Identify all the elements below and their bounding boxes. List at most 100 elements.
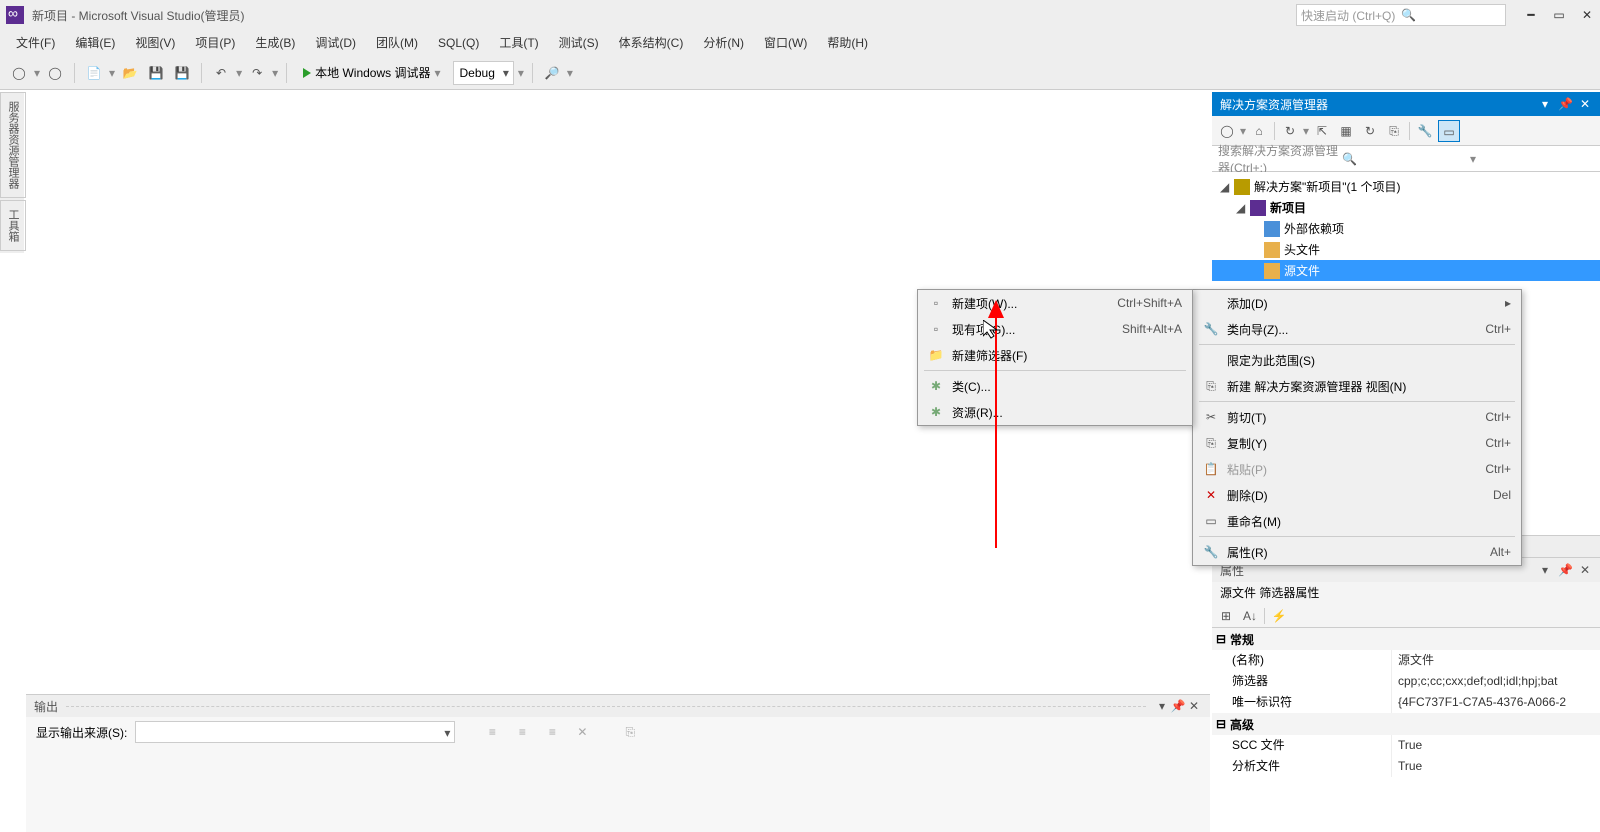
delete-icon: ✕	[1199, 488, 1223, 502]
se-pin-button[interactable]: 📌	[1558, 97, 1572, 111]
tree-ext-deps[interactable]: 外部依赖项	[1212, 218, 1600, 239]
ctx-resource[interactable]: ✱资源(R)...	[918, 399, 1192, 425]
menu-bar: 文件(F) 编辑(E) 视图(V) 项目(P) 生成(B) 调试(D) 团队(M…	[0, 30, 1600, 56]
se-tb-showall[interactable]: ▦	[1335, 120, 1357, 142]
output-btn-2[interactable]: ≡	[511, 721, 533, 743]
menu-sql[interactable]: SQL(Q)	[428, 30, 489, 56]
save-all-button[interactable]: 💾	[171, 62, 193, 84]
new-project-button[interactable]: 📄	[83, 62, 105, 84]
start-debug-button[interactable]: 本地 Windows 调试器 ▾	[295, 60, 448, 86]
menu-arch[interactable]: 体系结构(C)	[609, 30, 694, 56]
se-tb-preview[interactable]: ▭	[1438, 120, 1460, 142]
se-tb-props[interactable]: 🔧	[1414, 120, 1436, 142]
references-icon	[1264, 221, 1280, 237]
output-btn-5[interactable]: ⎘	[619, 721, 641, 743]
se-tb-home[interactable]: ⌂	[1248, 120, 1270, 142]
se-tb-back[interactable]: ◯	[1216, 120, 1238, 142]
prop-cat-advanced[interactable]: ⊟高级	[1212, 713, 1600, 735]
props-icon: 🔧	[1199, 545, 1223, 559]
se-tb-sync[interactable]: ↻	[1279, 120, 1301, 142]
ctx-new-filter[interactable]: 📁新建筛选器(F)	[918, 342, 1192, 368]
output-btn-4[interactable]: ✕	[571, 721, 593, 743]
ctx-delete[interactable]: ✕删除(D)Del	[1193, 482, 1521, 508]
output-source-dropdown[interactable]	[135, 721, 455, 743]
ctx-scope[interactable]: 限定为此范围(S)	[1193, 347, 1521, 373]
solution-explorer-title: 解决方案资源管理器	[1220, 96, 1328, 113]
undo-button[interactable]: ↶	[210, 62, 232, 84]
save-button[interactable]: 💾	[145, 62, 167, 84]
ctx-new-item[interactable]: ▫新建项(W)...Ctrl+Shift+A	[918, 290, 1192, 316]
prop-cat-general[interactable]: ⊟常规	[1212, 628, 1600, 650]
ctx-rename[interactable]: ▭重命名(M)	[1193, 508, 1521, 534]
maximize-button[interactable]: ▭	[1552, 8, 1566, 22]
output-btn-3[interactable]: ≡	[541, 721, 563, 743]
prop-pin-button[interactable]: 📌	[1558, 563, 1572, 577]
ctx-cut[interactable]: ✂剪切(T)Ctrl+	[1193, 404, 1521, 430]
prop-dropdown-button[interactable]: ▾	[1538, 563, 1552, 577]
menu-view[interactable]: 视图(V)	[125, 30, 185, 56]
prop-close-button[interactable]: ✕	[1578, 563, 1592, 577]
prop-ev-button[interactable]: ⚡	[1269, 606, 1289, 626]
ctx-copy[interactable]: ⎘复制(Y)Ctrl+	[1193, 430, 1521, 456]
dock-tab-server-explorer[interactable]: 服务器资源管理器	[0, 92, 26, 198]
tree-solution[interactable]: ◢ 解决方案"新项目"(1 个项目)	[1212, 176, 1600, 197]
se-close-button[interactable]: ✕	[1578, 97, 1592, 111]
play-icon	[303, 68, 311, 78]
nav-back-button[interactable]: ◯	[8, 62, 30, 84]
menu-tools[interactable]: 工具(T)	[489, 30, 548, 56]
menu-help[interactable]: 帮助(H)	[817, 30, 878, 56]
tree-source-files[interactable]: 源文件	[1212, 260, 1600, 281]
ctx-class[interactable]: ✱类(C)...	[918, 373, 1192, 399]
menu-edit[interactable]: 编辑(E)	[65, 30, 125, 56]
close-button[interactable]: ✕	[1580, 8, 1594, 22]
properties-toolbar: ⊞ A↓ ⚡	[1212, 604, 1600, 628]
vs-logo-icon	[6, 6, 24, 24]
redo-button[interactable]: ↷	[246, 62, 268, 84]
existing-item-icon: ▫	[924, 322, 948, 336]
folder-icon	[1264, 242, 1280, 258]
se-tb-collapse[interactable]: ⇱	[1311, 120, 1333, 142]
se-tb-copy[interactable]: ⎘	[1383, 120, 1405, 142]
menu-window[interactable]: 窗口(W)	[754, 30, 817, 56]
find-button[interactable]: 🔎	[541, 62, 563, 84]
ctx-properties[interactable]: 🔧属性(R)Alt+	[1193, 539, 1521, 565]
output-panel: 输出 ▾ 📌 ✕ 显示输出来源(S): ≡ ≡ ≡ ✕ ⎘	[26, 694, 1210, 832]
menu-project[interactable]: 项目(P)	[185, 30, 245, 56]
output-pin-button[interactable]: 📌	[1170, 699, 1186, 713]
output-close-button[interactable]: ✕	[1186, 699, 1202, 713]
ctx-class-wizard[interactable]: 🔧类向导(Z)...Ctrl+	[1193, 316, 1521, 342]
prop-az-button[interactable]: A↓	[1240, 606, 1260, 626]
menu-file[interactable]: 文件(F)	[6, 30, 65, 56]
se-dropdown-button[interactable]: ▾	[1538, 97, 1552, 111]
output-from-label: 显示输出来源(S):	[36, 724, 127, 741]
ctx-add[interactable]: 添加(D)▸	[1193, 290, 1521, 316]
newview-icon: ⎘	[1199, 379, 1223, 394]
start-debug-label: 本地 Windows 调试器	[315, 64, 430, 81]
config-dropdown[interactable]: Debug	[453, 61, 514, 85]
menu-build[interactable]: 生成(B)	[245, 30, 305, 56]
tree-headers[interactable]: 头文件	[1212, 239, 1600, 260]
output-btn-1[interactable]: ≡	[481, 721, 503, 743]
ctx-newview[interactable]: ⎘新建 解决方案资源管理器 视图(N)	[1193, 373, 1521, 399]
ctx-existing-item[interactable]: ▫现有项(G)...Shift+Alt+A	[918, 316, 1192, 342]
prop-cat-button[interactable]: ⊞	[1216, 606, 1236, 626]
quick-launch-placeholder: 快速启动 (Ctrl+Q)	[1301, 7, 1401, 24]
menu-analyze[interactable]: 分析(N)	[693, 30, 754, 56]
tree-project[interactable]: ◢ 新项目	[1212, 197, 1600, 218]
open-button[interactable]: 📂	[119, 62, 141, 84]
quick-launch-input[interactable]: 快速启动 (Ctrl+Q) 🔍	[1296, 4, 1506, 26]
menu-team[interactable]: 团队(M)	[366, 30, 428, 56]
folder-icon	[1264, 263, 1280, 279]
dock-tab-toolbox[interactable]: 工具箱	[0, 200, 26, 251]
menu-debug[interactable]: 调试(D)	[305, 30, 366, 56]
se-tb-refresh[interactable]: ↻	[1359, 120, 1381, 142]
search-icon: 🔍	[1342, 152, 1466, 166]
output-dropdown-button[interactable]: ▾	[1154, 699, 1170, 713]
nav-fwd-button[interactable]: ◯	[44, 62, 66, 84]
search-icon: 🔍	[1401, 8, 1501, 22]
se-search-input[interactable]: 搜索解决方案资源管理器(Ctrl+;) 🔍 ▾	[1212, 146, 1600, 172]
menu-test[interactable]: 测试(S)	[549, 30, 609, 56]
properties-subtitle: 源文件 筛选器属性	[1212, 582, 1600, 604]
left-dock: 服务器资源管理器 工具箱	[0, 92, 24, 253]
minimize-button[interactable]: ━	[1524, 8, 1538, 22]
